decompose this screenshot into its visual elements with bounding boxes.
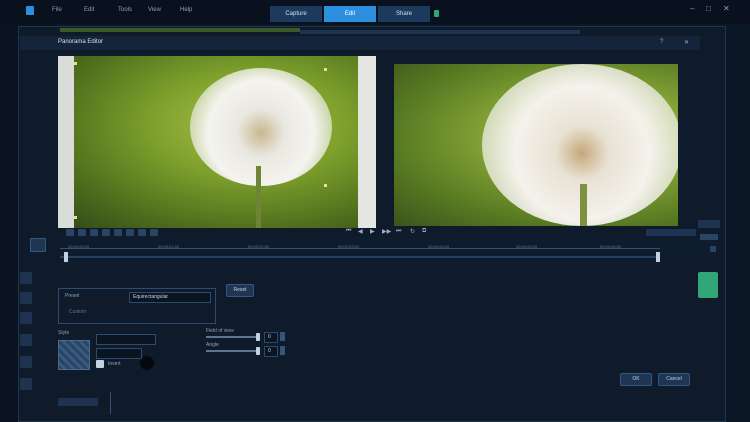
menu-help[interactable]: Help	[180, 7, 192, 13]
timeline-tick: 00:00:04:00	[428, 244, 450, 249]
playhead[interactable]	[64, 252, 68, 262]
color-swatch[interactable]	[140, 356, 154, 370]
control-b[interactable]	[78, 229, 86, 236]
side-tool-3[interactable]	[20, 312, 32, 324]
bottom-tab[interactable]	[58, 398, 98, 406]
scrubber-track[interactable]	[60, 256, 660, 258]
right-tool-2[interactable]	[700, 234, 718, 240]
left-panel-button[interactable]	[30, 238, 46, 252]
menu-bar: File Edit Tools View Help Capture Edit S…	[0, 0, 750, 24]
right-white-border	[358, 56, 376, 228]
timeline-tick: 00:00:01:00	[158, 244, 180, 249]
control-f[interactable]	[126, 229, 134, 236]
crop-handle-bl[interactable]	[74, 216, 77, 219]
crop-handle-tr[interactable]	[324, 68, 327, 71]
fov-slider-knob[interactable]	[256, 333, 260, 341]
crop-handle-br[interactable]	[324, 184, 327, 187]
side-tool-5[interactable]	[20, 356, 32, 368]
result-dandelion-stem	[580, 184, 587, 226]
skip-back-icon[interactable]: ⏮	[346, 228, 351, 235]
timeline-tick: 00:00:00:00	[68, 244, 90, 249]
dialog-top-tabs	[300, 30, 580, 34]
preset-hint: Custom	[69, 309, 87, 315]
control-a[interactable]	[66, 229, 74, 236]
side-tool-1[interactable]	[20, 272, 32, 284]
invert-checkbox[interactable]	[96, 360, 104, 368]
menu-view[interactable]: View	[148, 7, 161, 13]
preset-group: Preset Equirectangular Custom	[58, 288, 216, 324]
tab-edit[interactable]: Edit	[324, 6, 376, 22]
style-label: Style	[58, 330, 70, 336]
control-e[interactable]	[114, 229, 122, 236]
ok-button[interactable]: OK	[620, 373, 652, 386]
dialog-close-icon[interactable]: ✕	[684, 39, 689, 46]
fov-slider[interactable]	[206, 336, 260, 338]
angle-label: Angle	[206, 342, 219, 348]
dialog-title-bar: Panorama Editor ? ✕	[20, 36, 700, 50]
preset-select[interactable]: Equirectangular	[129, 292, 211, 303]
app-logo-icon	[26, 6, 34, 15]
close-icon[interactable]: ✕	[723, 4, 730, 13]
minimize-icon[interactable]: –	[690, 4, 694, 13]
preset-label: Preset	[65, 293, 80, 299]
dialog-top-strip	[60, 28, 300, 32]
prev-frame-icon[interactable]: ◀	[358, 228, 363, 235]
right-tool-3[interactable]	[710, 246, 716, 252]
angle-slider-knob[interactable]	[256, 347, 260, 355]
crop-handle-tl[interactable]	[74, 62, 77, 65]
side-tool-6[interactable]	[20, 378, 32, 390]
help-icon[interactable]: ?	[660, 39, 663, 45]
dandelion-stem	[256, 166, 261, 228]
fov-spin-icon[interactable]	[280, 332, 285, 341]
angle-value: 0	[268, 348, 271, 354]
preset-value: Equirectangular	[133, 294, 169, 300]
reset-button[interactable]: Reset	[226, 284, 254, 297]
fov-label: Field of view	[206, 328, 234, 334]
copy-icon[interactable]: ⧉	[422, 228, 426, 235]
side-tool-2[interactable]	[20, 292, 32, 304]
cancel-button[interactable]: Cancel	[658, 373, 690, 386]
ruler-line	[60, 248, 660, 249]
angle-value-field[interactable]: 0	[264, 346, 278, 357]
timeline-tick: 00:00:03:00	[338, 244, 360, 249]
maximize-icon[interactable]: □	[706, 4, 711, 13]
style-secondary-field[interactable]	[96, 348, 142, 359]
timeline-tick: 00:00:02:00	[248, 244, 270, 249]
zoom-control[interactable]	[646, 229, 696, 236]
fov-value: 0	[268, 334, 271, 340]
left-white-border	[58, 56, 74, 228]
skip-forward-icon[interactable]: ⏭	[396, 228, 401, 235]
menu-tools[interactable]: Tools	[118, 7, 132, 13]
control-g[interactable]	[138, 229, 146, 236]
next-frame-icon[interactable]: ▶▶	[382, 228, 391, 235]
repeat-icon[interactable]: ↻	[410, 228, 415, 235]
original-preview[interactable]	[58, 56, 376, 228]
bottom-divider	[110, 392, 111, 414]
style-thumbnail[interactable]	[58, 340, 90, 370]
tab-share[interactable]: Share	[378, 6, 430, 22]
fov-value-field[interactable]: 0	[264, 332, 278, 343]
timeline-tick: 00:00:06:00	[600, 244, 622, 249]
timeline-ruler[interactable]	[60, 236, 720, 264]
control-c[interactable]	[90, 229, 98, 236]
invert-label: Invert	[108, 361, 121, 367]
side-tool-4[interactable]	[20, 334, 32, 346]
right-tool-1[interactable]	[698, 220, 720, 228]
result-preview	[394, 64, 678, 226]
angle-slider[interactable]	[206, 350, 260, 352]
style-select[interactable]	[96, 334, 156, 345]
timeline-tick: 00:00:05:00	[516, 244, 538, 249]
menu-edit[interactable]: Edit	[84, 7, 94, 13]
scrubber-end-handle[interactable]	[656, 252, 660, 262]
angle-spin-icon[interactable]	[280, 346, 285, 355]
dandelion-seedhead	[190, 68, 332, 186]
dialog-title: Panorama Editor	[58, 39, 104, 45]
control-h[interactable]	[150, 229, 158, 236]
menu-file[interactable]: File	[52, 7, 62, 13]
tab-capture[interactable]: Capture	[270, 6, 322, 22]
highlight-panel-button[interactable]	[698, 272, 718, 298]
play-icon[interactable]: ▶	[370, 228, 375, 235]
status-indicator	[434, 10, 439, 17]
control-d[interactable]	[102, 229, 110, 236]
